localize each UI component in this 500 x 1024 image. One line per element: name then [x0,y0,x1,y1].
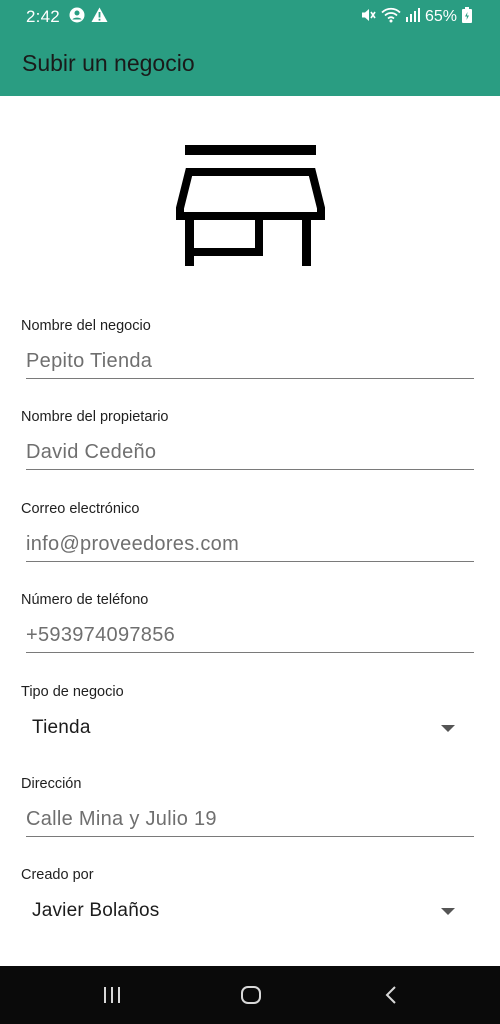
dropdown-arrow-icon [441,908,455,915]
store-icon [176,145,326,270]
app-bar: 2:42 65% Subir un negocio [0,0,500,96]
created-by-label: Creado por [21,867,94,883]
address-label: Dirección [21,776,82,792]
home-icon[interactable] [233,980,269,1010]
wifi-icon [381,7,401,28]
status-left-icons [69,7,108,28]
recent-apps-icon[interactable] [94,980,130,1010]
system-nav-bar [0,966,500,1024]
business-name-input[interactable] [26,344,474,379]
page-title: Subir un negocio [22,50,195,76]
address-input[interactable] [26,802,474,837]
phone-field: Número de teléfono [21,591,474,653]
owner-name-field: Nombre del propietario [21,408,474,470]
status-right-icons: 65% [360,6,472,28]
business-name-label: Nombre del negocio [21,318,151,334]
created-by-value: Javier Bolaños [32,900,160,921]
created-by-dropdown[interactable]: Javier Bolaños [21,896,474,928]
business-type-field: Tipo de negocio Tienda [21,683,474,745]
mute-icon [360,7,376,28]
owner-name-label: Nombre del propietario [21,409,169,425]
business-name-field: Nombre del negocio [21,317,474,379]
created-by-field: Creado por Javier Bolaños [21,866,474,928]
phone-label: Número de teléfono [21,592,149,608]
business-type-dropdown[interactable]: Tienda [21,713,474,745]
email-field: Correo electrónico [21,500,474,562]
business-type-value: Tienda [32,717,91,738]
battery-level: 65% [424,8,457,25]
address-field: Dirección [21,775,474,837]
email-input[interactable] [26,527,474,562]
status-time: 2:42 [26,7,60,26]
signal-icon [405,7,420,27]
email-label: Correo electrónico [21,501,140,517]
dropdown-arrow-icon [441,725,455,732]
battery-icon [462,6,472,28]
status-bar: 2:42 65% [0,0,500,34]
warning-icon [91,7,108,28]
business-type-label: Tipo de negocio [21,684,124,700]
phone-input[interactable] [26,618,474,653]
owner-name-input[interactable] [26,435,474,470]
back-icon[interactable] [373,980,409,1010]
account-circle-icon [69,7,85,28]
